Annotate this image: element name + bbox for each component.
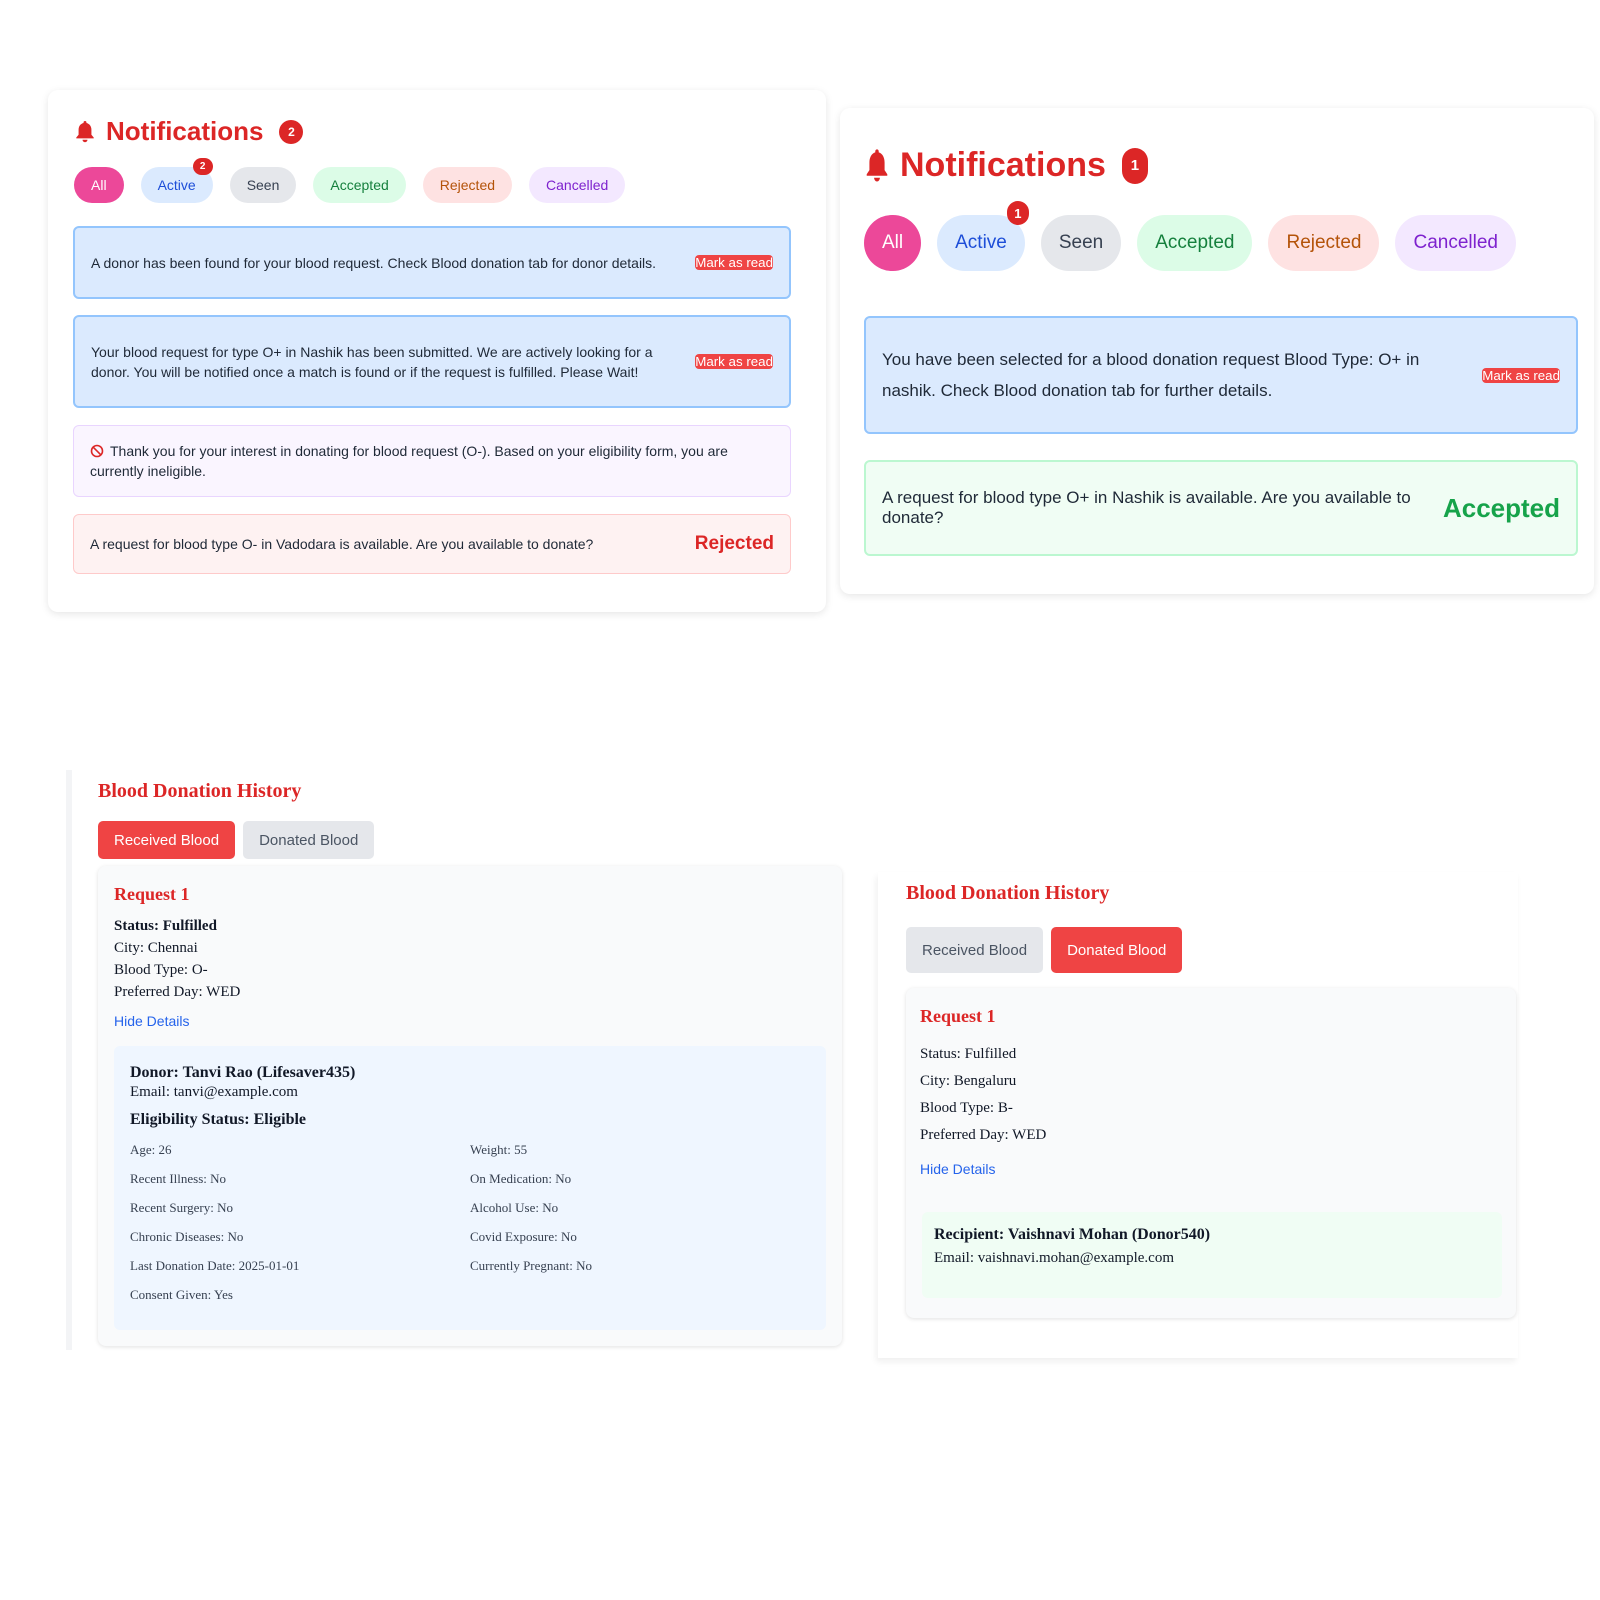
field-recent-illness: Recent Illness: No xyxy=(130,1171,227,1186)
request-status: Status: Fulfilled xyxy=(114,918,217,934)
filter-seen[interactable]: Seen xyxy=(229,167,297,203)
filter-accepted[interactable]: Accepted xyxy=(1137,215,1253,271)
tab-received-blood[interactable]: Received Blood xyxy=(906,927,1044,973)
request-blood-type: Blood Type: O- xyxy=(114,962,208,978)
filter-all[interactable]: All xyxy=(864,215,922,271)
field-covid-exposure: Covid Exposure: No xyxy=(470,1229,577,1244)
filter-bar: All Active 2 Seen Accepted Rejected Canc… xyxy=(74,158,802,203)
field-on-medication: On Medication: No xyxy=(470,1171,572,1186)
notification-message: A donor has been found for your blood re… xyxy=(91,254,657,271)
notifications-header: Notifications 1 xyxy=(864,146,1574,185)
status-accepted-label: Accepted xyxy=(1442,493,1560,523)
field-age: Age: 26 xyxy=(130,1142,172,1157)
recipient-name: Recipient: Vaishnavi Mohan (Donor540) xyxy=(934,1226,1211,1243)
notification-count-badge: 1 xyxy=(1121,147,1148,184)
donor-email: Email: tanvi@example.com xyxy=(130,1084,298,1100)
filter-active[interactable]: Active 2 xyxy=(140,158,213,203)
request-city: City: Bengaluru xyxy=(920,1073,1017,1089)
bell-icon xyxy=(864,148,890,184)
field-weight: Weight: 55 xyxy=(470,1142,528,1157)
donor-name: Donor: Tanvi Rao (Lifesaver435) xyxy=(130,1064,356,1081)
donor-details: Donor: Tanvi Rao (Lifesaver435) Email: t… xyxy=(114,1046,826,1330)
request-city: City: Chennai xyxy=(114,940,198,956)
filter-rejected[interactable]: Rejected xyxy=(422,167,513,203)
tab-received-blood[interactable]: Received Blood xyxy=(98,821,236,859)
field-alcohol-use: Alcohol Use: No xyxy=(470,1200,559,1215)
field-last-donation-date: Last Donation Date: 2025-01-01 xyxy=(130,1258,300,1273)
filter-accepted[interactable]: Accepted xyxy=(313,167,406,203)
mark-as-read-button[interactable]: Mark as read xyxy=(1482,367,1560,383)
field-consent-given: Consent Given: Yes xyxy=(130,1287,233,1302)
hide-details-link[interactable]: Hide Details xyxy=(114,1013,826,1029)
filter-rejected[interactable]: Rejected xyxy=(1268,215,1380,271)
notifications-title: Notifications xyxy=(900,146,1106,184)
notification-item: A request for blood type O+ in Nashik is… xyxy=(864,460,1578,556)
filter-all[interactable]: All xyxy=(74,167,124,203)
eligibility-fields: Age: 26 Weight: 55 Recent Illness: No On… xyxy=(130,1141,810,1304)
mark-as-read-button[interactable]: Mark as read xyxy=(695,354,773,369)
filter-active-label: Active xyxy=(955,232,1007,253)
filter-seen[interactable]: Seen xyxy=(1040,215,1122,271)
filter-active-label: Active xyxy=(157,177,196,193)
recipient-details: Recipient: Vaishnavi Mohan (Donor540) Em… xyxy=(922,1212,1502,1298)
request-title: Request 1 xyxy=(920,1006,996,1026)
notification-item: Thank you for your interest in donating … xyxy=(73,425,791,497)
request-blood-type: Blood Type: B- xyxy=(920,1100,1013,1116)
request-preferred-day: Preferred Day: WED xyxy=(114,984,241,1000)
notification-item: A donor has been found for your blood re… xyxy=(73,226,791,299)
notifications-header: Notifications 2 xyxy=(74,116,802,147)
notification-message: Thank you for your interest in donating … xyxy=(90,443,728,479)
notification-item: Your blood request for type O+ in Nashik… xyxy=(73,315,791,408)
hide-details-link[interactable]: Hide Details xyxy=(920,1161,1502,1177)
field-currently-pregnant: Currently Pregnant: No xyxy=(470,1258,593,1273)
notification-message: A request for blood type O+ in Nashik is… xyxy=(882,488,1411,527)
notification-message: You have been selected for a blood donat… xyxy=(882,350,1420,400)
notification-message: Your blood request for type O+ in Nashik… xyxy=(91,343,653,380)
notification-item: You have been selected for a blood donat… xyxy=(864,316,1578,434)
notification-item: A request for blood type O- in Vadodara … xyxy=(73,514,791,574)
filter-cancelled[interactable]: Cancelled xyxy=(1395,215,1516,271)
request-title: Request 1 xyxy=(114,884,190,904)
tab-donated-blood[interactable]: Donated Blood xyxy=(243,821,375,859)
active-count-badge: 2 xyxy=(192,158,213,175)
filter-cancelled[interactable]: Cancelled xyxy=(529,167,626,203)
notification-message-wrap: Thank you for your interest in donating … xyxy=(90,441,774,481)
notification-message: A request for blood type O- in Vadodara … xyxy=(90,536,594,552)
status-rejected-label: Rejected xyxy=(694,533,774,554)
filter-bar: All Active 1 Seen Accepted Rejected Canc… xyxy=(864,201,1574,271)
recipient-email: Email: vaishnavi.mohan@example.com xyxy=(934,1250,1174,1266)
history-tabs: Received Blood Donated Blood xyxy=(98,821,840,859)
history-title: Blood Donation History xyxy=(906,882,1110,904)
notifications-title: Notifications xyxy=(106,116,264,146)
field-recent-surgery: Recent Surgery: No xyxy=(130,1200,234,1215)
field-chronic-diseases: Chronic Diseases: No xyxy=(130,1229,244,1244)
bell-icon xyxy=(74,120,96,144)
filter-active[interactable]: Active 1 xyxy=(937,201,1029,271)
request-status: Status: Fulfilled xyxy=(920,1046,1017,1062)
block-icon xyxy=(90,443,104,458)
mark-as-read-button[interactable]: Mark as read xyxy=(695,255,773,270)
history-tabs: Received Blood Donated Blood xyxy=(906,927,1518,973)
request-preferred-day: Preferred Day: WED xyxy=(920,1127,1047,1143)
notification-count-badge: 2 xyxy=(279,119,304,144)
tab-donated-blood[interactable]: Donated Blood xyxy=(1051,927,1183,973)
history-title: Blood Donation History xyxy=(98,780,302,802)
active-count-badge: 1 xyxy=(1006,201,1029,225)
eligibility-status: Eligibility Status: Eligible xyxy=(130,1111,307,1128)
